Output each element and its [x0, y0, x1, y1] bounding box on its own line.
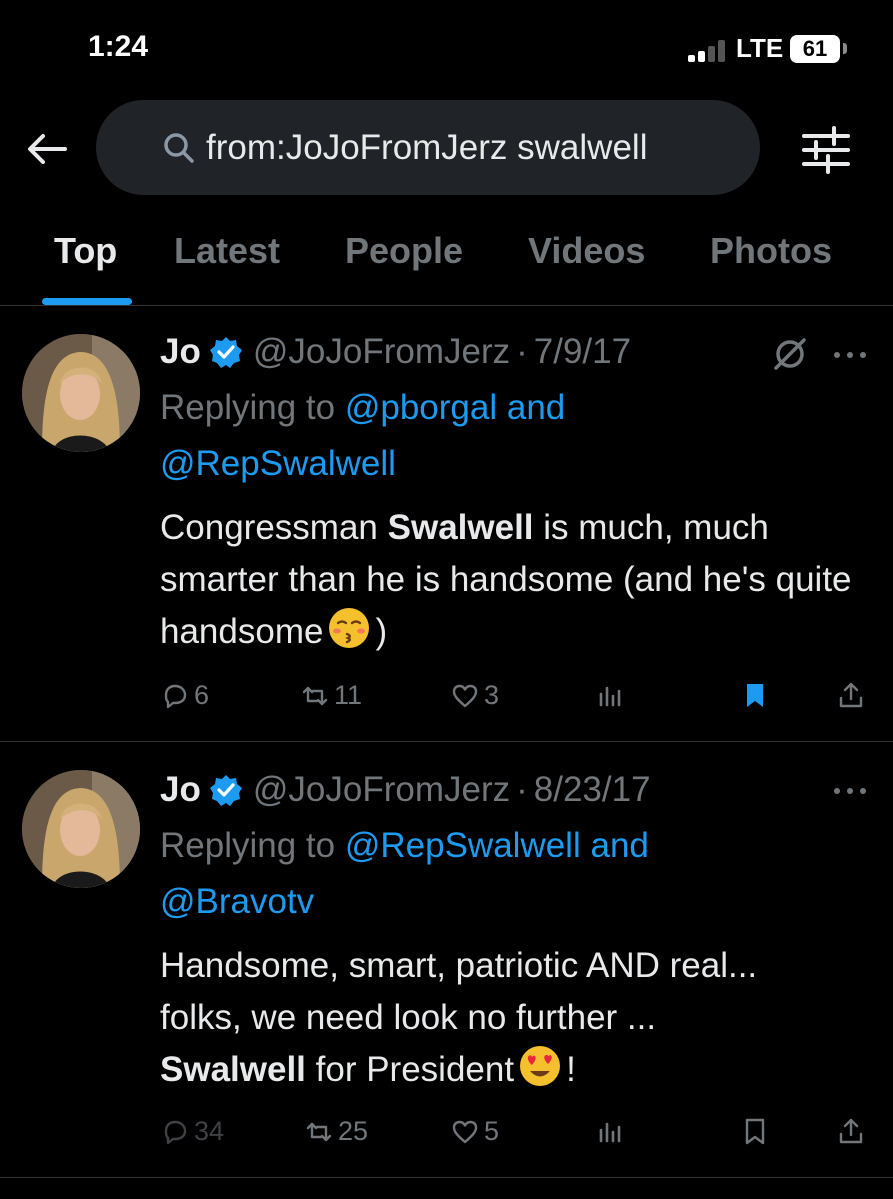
battery-level: 61: [802, 36, 828, 61]
retweet-button[interactable]: 25: [304, 1116, 368, 1147]
reply-icon: [164, 1120, 187, 1144]
separator-dot: ·: [516, 332, 528, 371]
tweet-date[interactable]: 7/9/17: [534, 332, 631, 372]
status-bar: 1:24 LTE 61: [0, 0, 893, 100]
retweet-button[interactable]: 11: [300, 680, 362, 711]
tab-photos[interactable]: Photos: [710, 230, 832, 272]
replying-to: Replying to @pborgal and @RepSwalwell: [160, 380, 860, 492]
mention-link[interactable]: @Bravotv: [160, 882, 314, 921]
tweet-text-line: for President: [315, 1050, 515, 1089]
author-name[interactable]: Jo: [160, 770, 201, 810]
tweet-actions: 6 11 3: [0, 680, 893, 720]
network-label: LTE: [736, 33, 784, 63]
status-time: 1:24: [88, 30, 149, 63]
tweet-header: Jo @JoJoFromJerz · 7/9/17: [160, 330, 631, 374]
tweet[interactable]: Jo @JoJoFromJerz · 7/9/17 Replying to @p…: [0, 306, 893, 742]
more-options-icon[interactable]: [832, 786, 868, 796]
search-tabs: Top Latest People Videos Photos: [0, 222, 893, 306]
heart-eyes-emoji-icon: [520, 1046, 561, 1086]
avatar[interactable]: [22, 334, 140, 452]
author-handle[interactable]: @JoJoFromJerz: [253, 332, 510, 372]
battery-icon: 61: [790, 35, 840, 63]
retweet-icon: [306, 1122, 332, 1141]
replying-to: Replying to @RepSwalwell and @Bravotv: [160, 818, 860, 930]
arrow-left-icon: [28, 134, 67, 164]
tab-top[interactable]: Top: [54, 230, 117, 272]
avatar-image: [22, 334, 140, 452]
mention-link[interactable]: @RepSwalwell: [160, 444, 396, 483]
tweet-date[interactable]: 8/23/17: [534, 770, 651, 810]
author-name[interactable]: Jo: [160, 332, 201, 372]
reply-count: 6: [194, 680, 210, 710]
battery-tip: [843, 43, 847, 54]
tweet-text-part: !: [566, 1050, 576, 1089]
views-button[interactable]: [595, 680, 629, 710]
like-count: 3: [484, 680, 500, 710]
heart-icon: [452, 1120, 478, 1143]
signal-icon: [688, 40, 730, 62]
avatar-image: [22, 770, 140, 888]
reply-button[interactable]: 34: [160, 1116, 224, 1147]
separator-dot: ·: [516, 770, 528, 809]
avatar[interactable]: [22, 770, 140, 888]
filter-sliders-icon[interactable]: [796, 122, 856, 178]
active-tab-indicator: [42, 298, 132, 305]
tweet-actions: 34 25 5: [0, 1116, 893, 1156]
tweet-text-part: ): [375, 612, 388, 651]
mention-link[interactable]: @pborgal: [345, 388, 497, 427]
retweet-count: 11: [334, 680, 363, 710]
retweet-icon: [302, 686, 328, 705]
tweet-text: Handsome, smart, patriotic AND real... f…: [160, 940, 870, 1096]
tab-latest[interactable]: Latest: [174, 230, 280, 272]
replying-to-label: Replying to: [160, 826, 336, 865]
bookmark-button[interactable]: [740, 1116, 774, 1146]
heart-icon: [452, 684, 478, 707]
reply-button[interactable]: 6: [160, 680, 209, 711]
share-icon: [839, 682, 863, 708]
tweet-text-line: Handsome, smart, patriotic AND real...: [160, 946, 758, 985]
reply-icon: [164, 684, 187, 708]
muted-conversation-icon[interactable]: [770, 334, 810, 374]
like-count: 5: [484, 1116, 500, 1146]
bookmark-button[interactable]: [740, 680, 774, 710]
search-icon: [164, 133, 194, 163]
tweet[interactable]: Jo @JoJoFromJerz · 8/23/17 Replying to @…: [0, 742, 893, 1178]
like-button[interactable]: 5: [450, 1116, 499, 1147]
like-button[interactable]: 3: [450, 680, 499, 711]
views-button[interactable]: [595, 1116, 629, 1146]
share-button[interactable]: [836, 1116, 870, 1146]
bookmark-icon: [745, 1118, 765, 1145]
kissing-face-emoji-icon: [329, 608, 370, 648]
verified-badge-icon: [209, 775, 242, 806]
share-button[interactable]: [836, 680, 870, 710]
verified-badge-icon: [209, 337, 242, 368]
mention-and: and: [590, 826, 649, 865]
analytics-icon: [599, 686, 621, 707]
author-handle[interactable]: @JoJoFromJerz: [253, 770, 510, 810]
tweet-text-line: folks, we need look no further ...: [160, 998, 657, 1037]
tab-people[interactable]: People: [345, 230, 463, 272]
tweet-header: Jo @JoJoFromJerz · 8/23/17: [160, 768, 651, 812]
highlighted-keyword: Swalwell: [160, 1050, 306, 1089]
highlighted-keyword: Swalwell: [387, 508, 534, 547]
analytics-icon: [599, 1122, 621, 1143]
tweet-text-part: Congressman: [160, 508, 378, 547]
more-options-icon[interactable]: [832, 350, 868, 360]
reply-count: 34: [194, 1116, 225, 1146]
replying-to-label: Replying to: [160, 388, 336, 427]
bookmark-filled-icon: [747, 684, 763, 707]
retweet-count: 25: [338, 1116, 369, 1146]
share-icon: [839, 1118, 863, 1144]
mention-and: and: [506, 388, 566, 427]
search-query: from:JoJoFromJerz swalwell: [206, 127, 648, 167]
mention-link[interactable]: @RepSwalwell: [345, 826, 581, 865]
tweet-text: Congressman Swalwell is much, much smart…: [160, 502, 870, 658]
tab-videos[interactable]: Videos: [528, 230, 645, 272]
back-button[interactable]: [22, 124, 72, 174]
